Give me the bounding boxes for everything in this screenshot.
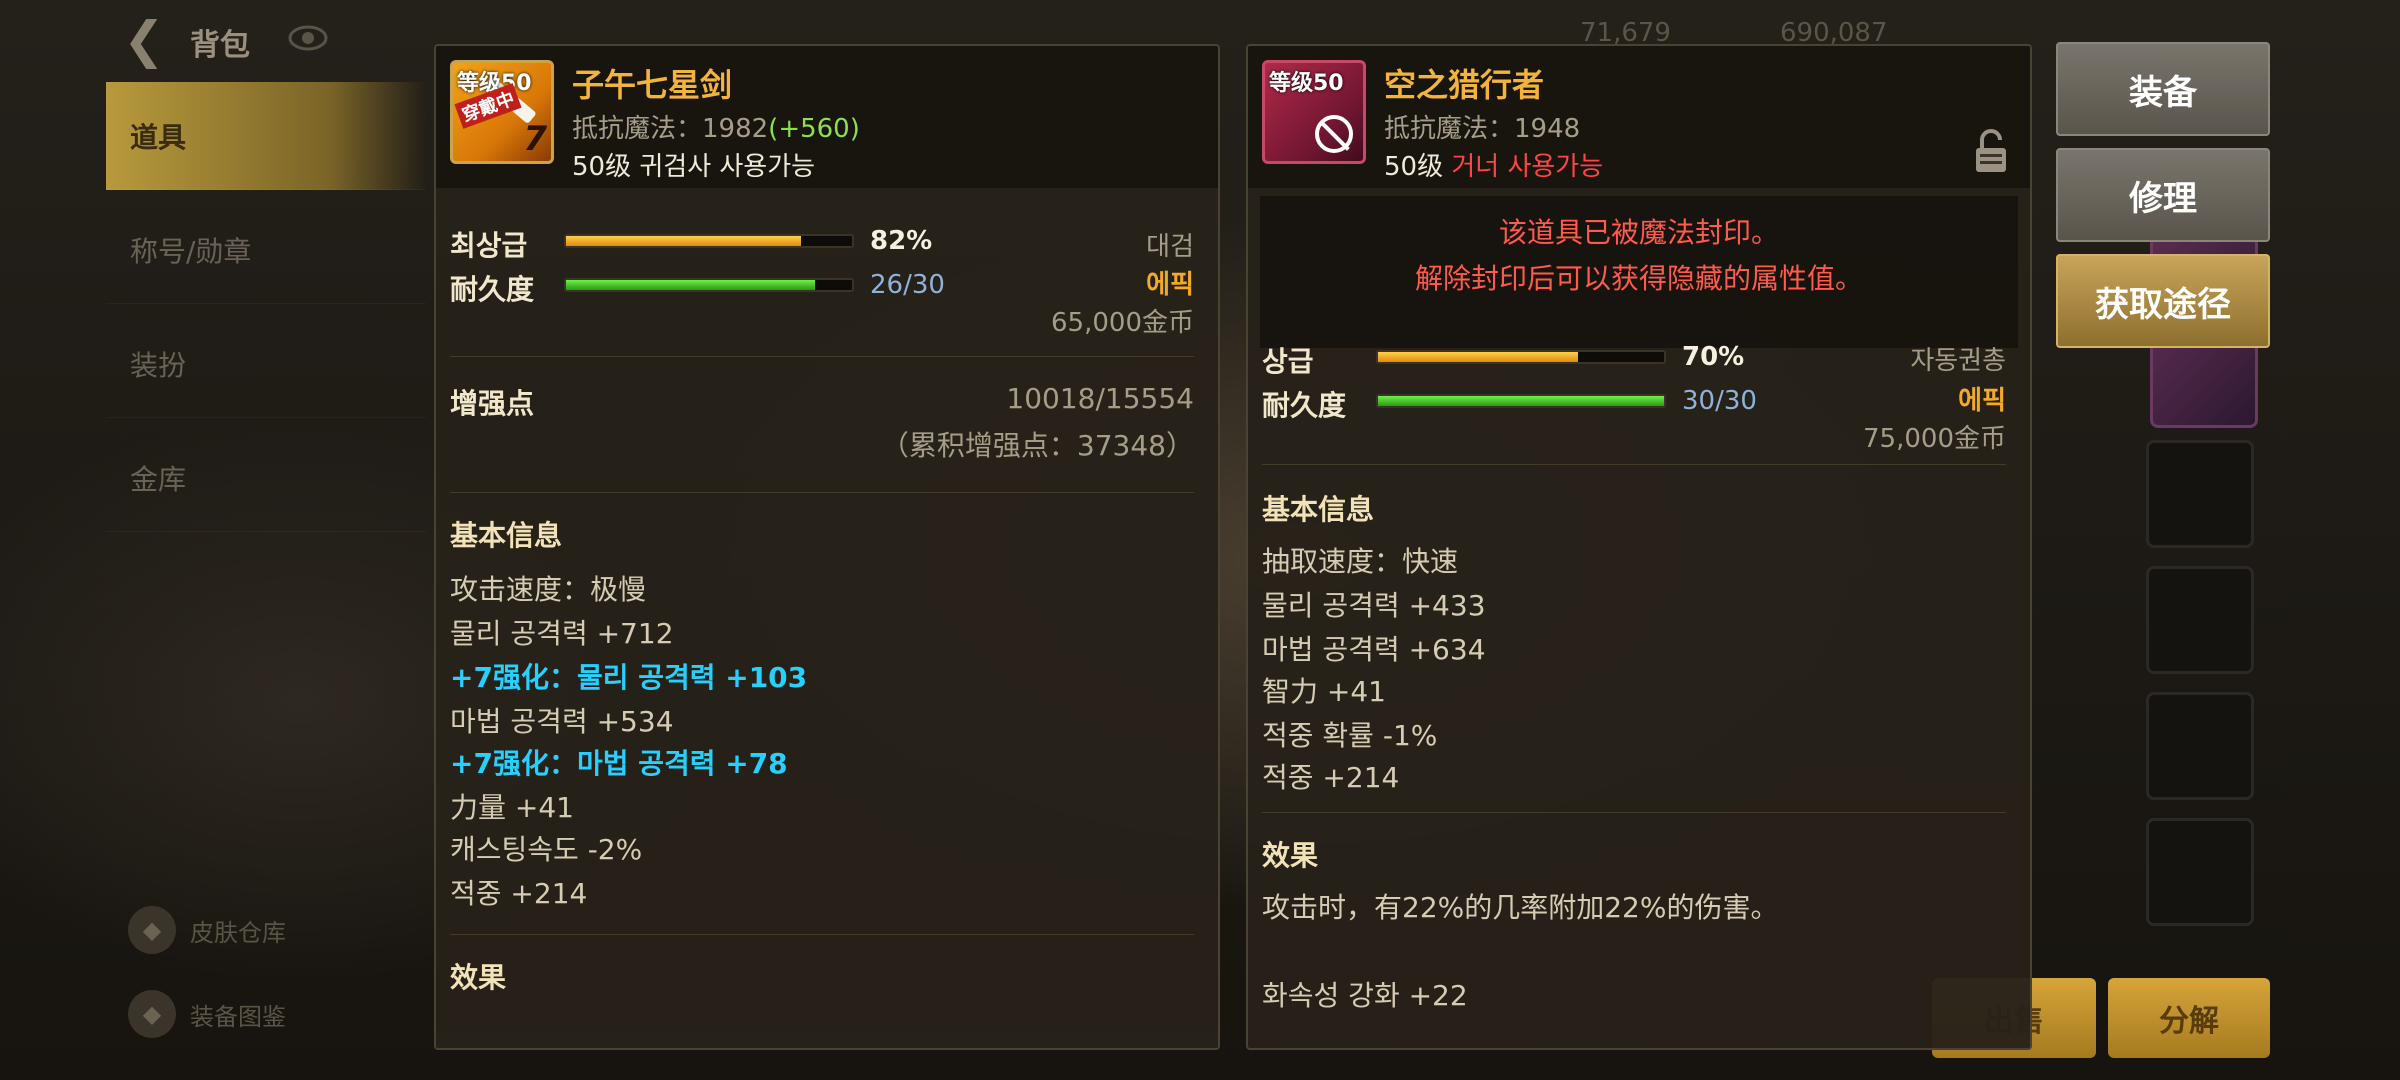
back-arrow-icon[interactable]: ❮: [118, 11, 170, 69]
page-title: 背包: [190, 28, 250, 63]
item-name: 子午七星剑: [572, 66, 733, 104]
divider: [1262, 464, 2006, 465]
stat-line: 물리 공격력 +712: [450, 617, 674, 650]
inventory-slot[interactable]: [2146, 440, 2254, 548]
divider: [450, 356, 1194, 357]
stat-line: 마법 공격력 +534: [450, 705, 674, 738]
stat-line: 물리 공격력 +433: [1262, 589, 1486, 622]
requirement: 50级 거너 사용가능: [1384, 152, 1604, 182]
requirement: 50级 귀검사 사용가능: [572, 152, 816, 182]
durability-bar: [1376, 394, 1666, 408]
repair-button[interactable]: 修理: [2056, 148, 2270, 242]
stat-line: 캐스팅속도 -2%: [450, 833, 643, 866]
weapon-type: 자동권총: [1910, 346, 2006, 376]
skin-storage-link[interactable]: ◆ 皮肤仓库: [128, 906, 286, 954]
inventory-slot[interactable]: [2146, 692, 2254, 800]
item-icon: 等级50: [1262, 60, 1366, 164]
sealed-icon: [1315, 115, 1353, 153]
item-tooltip-equipped: 等级50 穿戴中 7 子午七星剑 抵抗魔法：1982(+560) 50级 귀검사…: [434, 44, 1220, 1050]
price: 75,000金币: [1863, 424, 2006, 454]
durability-bar-fill: [566, 280, 815, 290]
grade-bar-fill: [566, 236, 801, 246]
sidebar-item-items[interactable]: 道具: [106, 82, 426, 190]
durability-bar-fill: [1378, 396, 1664, 406]
grade-bar-fill: [1378, 352, 1579, 362]
stat-line-enhanced: +7强化：물리 공격력 +103: [450, 661, 808, 694]
magic-resist: 抵抗魔法：1948: [1384, 114, 1581, 144]
inventory-sidebar: ❮ 背包 道具 称号/勋章 装扮 金库 ◆ 皮肤仓库 ◆ 装备图鉴: [0, 0, 430, 1080]
grade-bar: [564, 234, 854, 248]
basic-info-title: 基本信息: [450, 519, 563, 552]
skin-storage-icon: ◆: [128, 906, 176, 954]
effect-title: 效果: [450, 961, 507, 994]
scroll-fade: [436, 1008, 1218, 1048]
price: 65,000金币: [1051, 308, 1194, 338]
magic-resist: 抵抗魔法：1982(+560): [572, 114, 860, 144]
item-icon: 等级50 穿戴中 7: [450, 60, 554, 164]
obtain-source-button[interactable]: 获取途径: [2056, 254, 2270, 348]
item-name: 空之猎行者: [1384, 66, 1545, 104]
enhance-points-value: 10018/15554: [1006, 382, 1194, 415]
sidebar-item-vault[interactable]: 金库: [106, 424, 426, 532]
equip-button[interactable]: 装备: [2056, 42, 2270, 136]
durability-label: 耐久度: [450, 273, 535, 306]
seal-notice-line: 解除封印后可以获得隐藏的属性值。: [1414, 262, 1863, 295]
stat-line: 적중 +214: [450, 877, 588, 910]
stat-line: 적중 +214: [1262, 761, 1400, 794]
rarity: 에픽: [1146, 270, 1194, 300]
divider: [450, 934, 1194, 935]
enhance-points-total: （累积增强点：37348）: [880, 429, 1194, 462]
stat-line: 力量 +41: [450, 791, 574, 824]
durability-bar: [564, 278, 854, 292]
equipment-codex-link[interactable]: ◆ 装备图鉴: [128, 990, 286, 1038]
enhance-level: 7: [523, 119, 547, 159]
grade-value: 82%: [870, 226, 933, 256]
inventory-slot[interactable]: [2146, 818, 2254, 926]
stat-line: 마법 공격력 +634: [1262, 633, 1486, 666]
stat-line: 抽取速度：快速: [1262, 545, 1459, 578]
item-level-tag: 等级50: [1269, 71, 1344, 96]
seal-notice: 该道具已被魔法封印。 解除封印后可以获得隐藏的属性值。: [1260, 196, 2018, 348]
grade-value: 70%: [1682, 342, 1745, 372]
durability-value: 26/30: [870, 270, 945, 300]
inventory-slot[interactable]: [2146, 566, 2254, 674]
divider: [450, 492, 1194, 493]
stat-line: 적중 확률 -1%: [1262, 719, 1438, 752]
weapon-type: 대검: [1146, 232, 1194, 262]
rarity: 에픽: [1958, 386, 2006, 416]
effect-text: 攻击时，有22%的几率附加22%的伤害。: [1262, 891, 1779, 924]
stat-line-enhanced: +7强化：마법 공격력 +78: [450, 747, 788, 780]
divider: [1262, 812, 2006, 813]
sidebar-item-avatar[interactable]: 装扮: [106, 310, 426, 418]
item-tooltip-compare: 等级50 空之猎行者 抵抗魔法：1948 50级 거너 사용가능 该道具已被魔法…: [1246, 44, 2032, 1050]
codex-icon: ◆: [128, 990, 176, 1038]
basic-info-title: 基本信息: [1262, 493, 1375, 526]
grade-label: 최상급: [450, 229, 528, 262]
stat-line: 智力 +41: [1262, 675, 1386, 708]
enhance-points-label: 增强点: [450, 387, 535, 420]
element-enhance: 화속성 강화 +22: [1262, 979, 1468, 1012]
grade-label: 상급: [1262, 345, 1314, 378]
durability-label: 耐久度: [1262, 389, 1347, 422]
disassemble-button[interactable]: 分解: [2108, 978, 2270, 1058]
stat-line: 攻击速度：极慢: [450, 573, 647, 606]
effect-title: 效果: [1262, 839, 1319, 872]
grade-bar: [1376, 350, 1666, 364]
eye-icon[interactable]: [286, 18, 330, 58]
unlock-icon[interactable]: [1974, 128, 2008, 174]
sidebar-item-titles[interactable]: 称号/勋章: [106, 196, 426, 304]
seal-notice-line: 该道具已被魔法封印。: [1498, 216, 1779, 249]
durability-value: 30/30: [1682, 386, 1757, 416]
